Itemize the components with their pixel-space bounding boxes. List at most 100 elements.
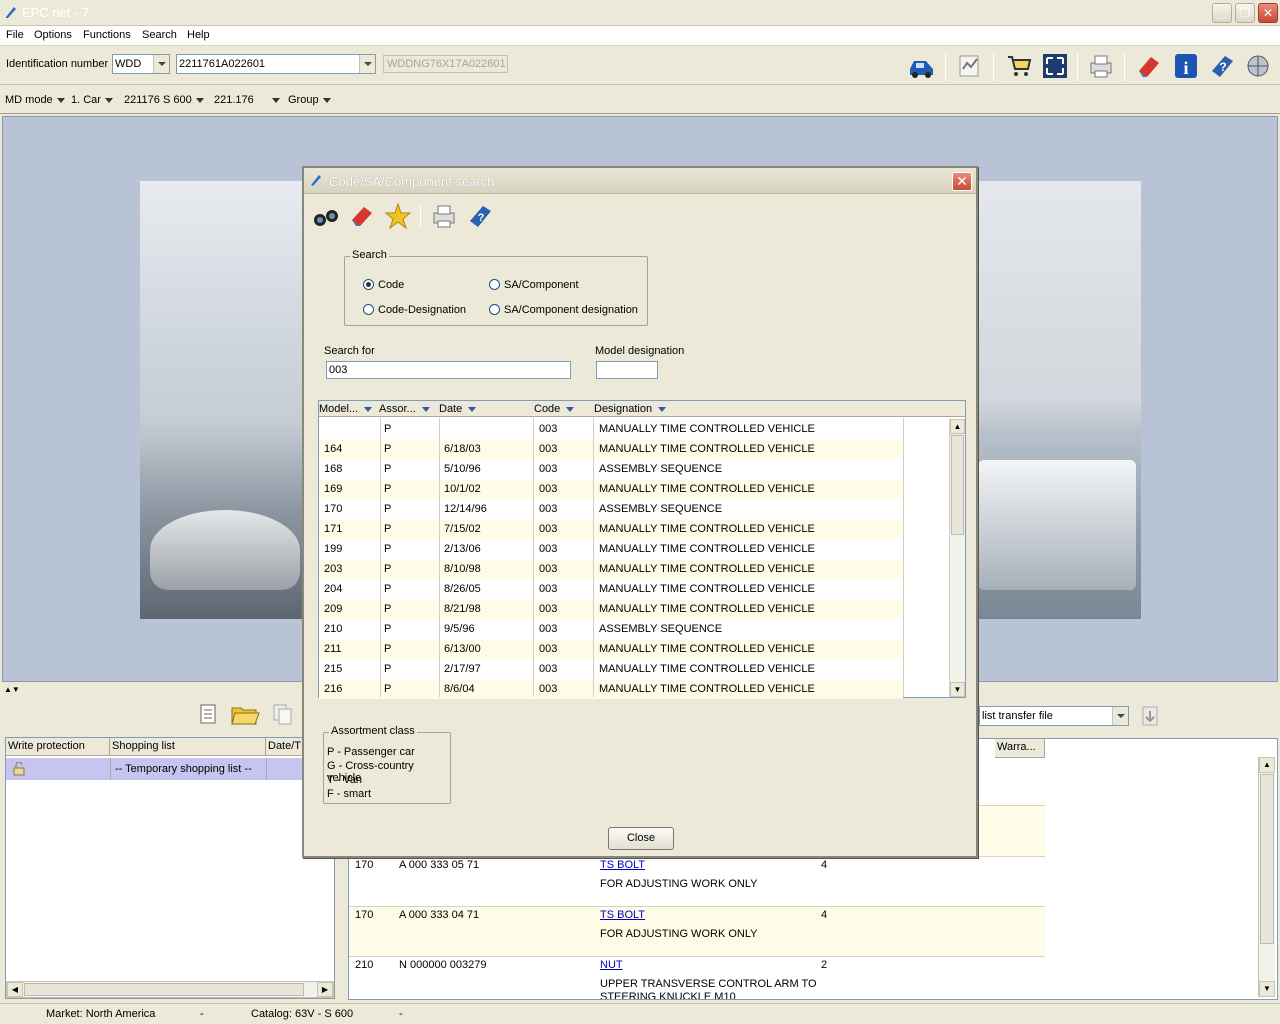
close-button[interactable]: Close	[608, 827, 674, 850]
part-name-link[interactable]: TS BOLT	[600, 909, 645, 921]
table-row[interactable]: 211 P 6/13/00 003 MANUALLY TIME CONTROLLED V…	[319, 639, 903, 659]
table-row[interactable]: 199 P 2/13/06 003 MANUALLY TIME CONTROLLED V…	[319, 539, 903, 559]
binoculars-icon[interactable]	[312, 202, 340, 230]
close-window-button[interactable]: ✕	[1258, 3, 1278, 23]
model-number-dropdown[interactable]: 221.176	[214, 94, 280, 106]
help-book-icon[interactable]: ?	[1207, 51, 1237, 81]
star-icon[interactable]	[384, 202, 412, 230]
cell-model: 216	[324, 683, 343, 695]
transfer-download-icon[interactable]	[1138, 704, 1162, 728]
chevron-down-icon	[56, 97, 65, 103]
menu-search[interactable]: Search	[142, 29, 177, 41]
menu-functions[interactable]: Functions	[83, 29, 131, 41]
table-row[interactable]: 210 N 000000 003279 NUT UPPER TRANSVERSE…	[349, 957, 1045, 999]
table-row[interactable]: 203 P 8/10/98 003 MANUALLY TIME CONTROLLED V…	[319, 559, 903, 579]
table-row[interactable]: 216 P 8/6/04 003 MANUALLY TIME CONTROLLED VE…	[319, 679, 903, 699]
md-mode-dropdown[interactable]: MD mode	[5, 94, 65, 106]
splitter-arrows-icon[interactable]: ▲▼	[4, 685, 20, 694]
chevron-down-icon[interactable]	[359, 55, 375, 73]
copy-icon[interactable]	[270, 702, 294, 726]
table-row[interactable]: 215 P 2/17/97 003 MANUALLY TIME CONTROLLED V…	[319, 659, 903, 679]
radio-code[interactable]: Code	[363, 279, 404, 291]
eraser-icon[interactable]	[348, 202, 376, 230]
column-date[interactable]: Date	[439, 403, 477, 415]
eraser-icon[interactable]	[1134, 51, 1164, 81]
model-designation-input[interactable]	[596, 361, 658, 379]
part-name-link[interactable]: NUT	[600, 959, 623, 971]
menu-help[interactable]: Help	[187, 29, 210, 41]
scroll-up-icon[interactable]: ▲	[1259, 757, 1275, 773]
dialog-close-button[interactable]: ✕	[952, 172, 972, 191]
table-row[interactable]: 204 P 8/26/05 003 MANUALLY TIME CONTROLLED V…	[319, 579, 903, 599]
checklist-icon[interactable]	[955, 51, 985, 81]
scroll-down-icon[interactable]: ▼	[1259, 981, 1275, 997]
results-scrollbar[interactable]: ▲ ▼	[949, 419, 965, 697]
search-for-input[interactable]: 003	[326, 361, 571, 379]
chevron-down-icon	[322, 97, 331, 103]
scroll-up-icon[interactable]: ▲	[950, 419, 965, 434]
ident-prefix-select[interactable]: WDD	[112, 54, 170, 74]
group-dropdown[interactable]: Group	[288, 94, 331, 106]
part-note-2: STEERING KNUCKLE M10	[600, 991, 736, 999]
menu-options[interactable]: Options	[34, 29, 72, 41]
cell-assortment: P	[384, 503, 392, 515]
model-designation-label: Model designation	[595, 345, 685, 357]
print-icon[interactable]	[1086, 51, 1116, 81]
column-date[interactable]: Date/T	[266, 738, 302, 756]
scroll-down-icon[interactable]: ▼	[950, 682, 965, 697]
column-code[interactable]: Code	[534, 403, 575, 415]
table-row[interactable]: 210 P 9/5/96 003 ASSEMBLY SEQUENCE	[319, 619, 903, 639]
horizontal-scrollbar[interactable]: ◀ ▶	[6, 981, 334, 998]
scroll-left-icon[interactable]: ◀	[7, 982, 23, 997]
minimize-button[interactable]: _	[1212, 3, 1232, 23]
globe-icon[interactable]	[1243, 51, 1273, 81]
table-row[interactable]: -- Temporary shopping list --	[6, 758, 302, 780]
scroll-right-icon[interactable]: ▶	[317, 982, 333, 997]
column-model[interactable]: Model...	[319, 403, 373, 415]
table-row[interactable]: P 003 MANUALLY TIME CONTROLLED VEHICLE	[319, 419, 903, 439]
cell-designation: MANUALLY TIME CONTROLLED VEHICLE	[599, 583, 815, 595]
transfer-file-select[interactable]: list transfer file	[979, 706, 1129, 726]
maximize-button[interactable]: ❐	[1235, 3, 1255, 23]
ident-number-select[interactable]: 2211761A022601	[176, 54, 376, 74]
cell-code: 003	[539, 463, 558, 475]
table-row[interactable]: 169 P 10/1/02 003 MANUALLY TIME CONTROLLED V…	[319, 479, 903, 499]
shopping-cart-icon[interactable]	[1004, 51, 1034, 81]
column-shopping-list[interactable]: Shopping list	[110, 738, 266, 756]
chevron-down-icon[interactable]	[1112, 707, 1128, 725]
column-assortment[interactable]: Assor...	[379, 403, 430, 415]
vin-field: WDDNG76X17A022601	[383, 55, 508, 73]
table-row[interactable]: 170 A 000 333 05 71 TS BOLT FOR ADJUSTIN…	[349, 857, 1045, 907]
table-row[interactable]: 171 P 7/15/02 003 MANUALLY TIME CONTROLLED V…	[319, 519, 903, 539]
radio-code-designation[interactable]: Code-Designation	[363, 304, 466, 316]
cell-code: 003	[539, 443, 558, 455]
table-row[interactable]: 170 A 000 333 04 71 TS BOLT FOR ADJUSTIN…	[349, 907, 1045, 957]
table-row[interactable]: 170 P 12/14/96 003 ASSEMBLY SEQUENCE	[319, 499, 903, 519]
column-warranty[interactable]: Warra...	[995, 739, 1045, 758]
vehicle-icon[interactable]	[906, 51, 936, 81]
scroll-thumb[interactable]	[951, 435, 964, 535]
part-name-link[interactable]: TS BOLT	[600, 859, 645, 871]
vertical-scrollbar[interactable]: ▲ ▼	[1258, 757, 1275, 997]
column-designation[interactable]: Designation	[594, 403, 667, 415]
cell-model: 204	[324, 583, 343, 595]
fullscreen-icon[interactable]	[1040, 51, 1070, 81]
radio-sa-component-designation[interactable]: SA/Component designation	[489, 304, 638, 316]
cell-model: 199	[324, 543, 343, 555]
help-book-icon[interactable]: ?	[466, 202, 494, 230]
info-icon[interactable]: i	[1171, 51, 1201, 81]
scroll-thumb[interactable]	[24, 983, 304, 996]
print-icon[interactable]	[430, 202, 458, 230]
column-write-protection[interactable]: Write protection	[6, 738, 110, 756]
menu-file[interactable]: File	[6, 29, 24, 41]
radio-sa-component[interactable]: SA/Component	[489, 279, 579, 291]
open-folder-icon[interactable]	[230, 702, 260, 726]
chevron-down-icon[interactable]	[153, 55, 169, 73]
scroll-thumb[interactable]	[1260, 774, 1274, 944]
table-row[interactable]: 168 P 5/10/96 003 ASSEMBLY SEQUENCE	[319, 459, 903, 479]
table-row[interactable]: 164 P 6/18/03 003 MANUALLY TIME CONTROLLED V…	[319, 439, 903, 459]
table-row[interactable]: 209 P 8/21/98 003 MANUALLY TIME CONTROLLED V…	[319, 599, 903, 619]
car-dropdown[interactable]: 1. Car	[71, 94, 113, 106]
model-dropdown[interactable]: 221176 S 600	[124, 94, 204, 106]
new-list-icon[interactable]	[196, 702, 220, 726]
